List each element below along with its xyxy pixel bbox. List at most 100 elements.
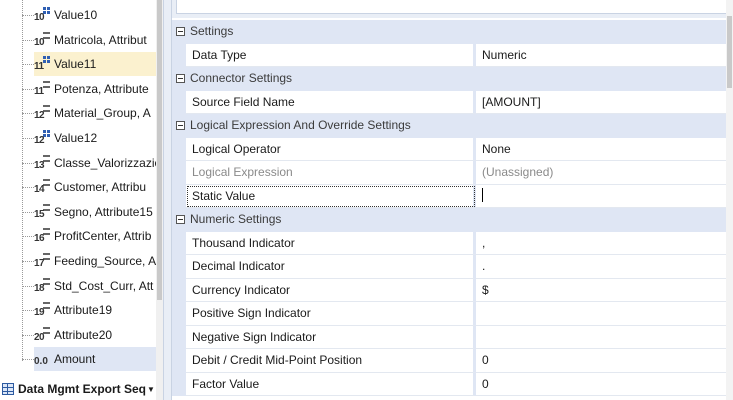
- tree-item-number: 15: [34, 208, 45, 220]
- grid-icon: 10: [34, 7, 50, 23]
- grid-scrollbar[interactable]: [726, 0, 733, 400]
- grid-property-value[interactable]: ,: [476, 232, 733, 255]
- bars-icon: 17: [34, 253, 50, 269]
- grid-property-value[interactable]: .: [476, 255, 733, 279]
- table-icon: [2, 383, 14, 395]
- tree-item[interactable]: 16 ProfitCenter, Attrib: [34, 224, 158, 248]
- tree-panel: 10 Value10 10 Matricola, Attribut 11 Value11 1…: [0, 0, 163, 400]
- grid-property-name: Static Value: [186, 184, 476, 208]
- tree-item-number: 10: [34, 36, 45, 48]
- grid-property-row[interactable]: Negative Sign Indicator: [172, 325, 733, 349]
- tree-item[interactable]: 15 Segno, Attribute15: [34, 200, 158, 224]
- tree-item-label: Amount: [54, 352, 96, 367]
- tree-item[interactable]: 13 Classe_Valorizzazio: [34, 151, 158, 175]
- grid-property-row[interactable]: Factor Value 0: [172, 372, 733, 396]
- grid-property-row[interactable]: Source Field Name [AMOUNT]: [172, 90, 733, 114]
- tree-item[interactable]: 19 Attribute19: [34, 298, 158, 322]
- grid-row-margin: [172, 231, 186, 255]
- tree-connector-stub: [22, 310, 34, 312]
- grid-row-margin: [172, 137, 186, 161]
- grid-category-label: Numeric Settings: [190, 212, 282, 226]
- static-value-input[interactable]: [476, 185, 733, 208]
- tree-connector-stub: [22, 64, 34, 66]
- tree-item[interactable]: 17 Feeding_Source, A: [34, 249, 158, 273]
- grid-scrollbar-thumb[interactable]: [727, 16, 732, 88]
- grid-property-name: Positive Sign Indicator: [186, 302, 476, 326]
- tree-scrollbar-thumb[interactable]: [157, 0, 162, 300]
- grid-property-value[interactable]: $: [476, 279, 733, 302]
- grid-property-row[interactable]: Positive Sign Indicator: [172, 302, 733, 326]
- tree-root-node[interactable]: Data Mgmt Export Seq ▼: [0, 378, 163, 400]
- grid-category-label: Settings: [190, 24, 234, 38]
- grid-property-row[interactable]: Thousand Indicator,: [172, 231, 733, 255]
- tree-item[interactable]: 18 Std_Cost_Curr, Att: [34, 274, 158, 298]
- grid-category[interactable]: Connector Settings: [172, 67, 733, 91]
- grid-property-value[interactable]: None: [476, 138, 733, 161]
- grid-property-value[interactable]: [476, 302, 733, 326]
- tree-connector-stub: [22, 285, 34, 287]
- text-cursor: [482, 188, 483, 203]
- grid-property-value[interactable]: [AMOUNT]: [476, 91, 733, 114]
- tree-scrollbar[interactable]: [156, 0, 163, 400]
- tree-item-label: Std_Cost_Curr, Att: [54, 278, 154, 293]
- collapse-toggle-icon[interactable]: [176, 121, 185, 130]
- tree-item-number: 0.0: [34, 356, 48, 368]
- grid-property-value[interactable]: (Unassigned): [476, 161, 733, 185]
- grid-icon: 11: [34, 56, 50, 72]
- tree-connector-stub: [22, 334, 34, 336]
- tree-item[interactable]: 12 Value12: [34, 126, 158, 150]
- tree-item-label: Attribute20: [54, 327, 113, 342]
- grid-property-value[interactable]: Numeric: [476, 44, 733, 67]
- grid-property-value[interactable]: 0: [476, 373, 733, 396]
- bars-icon: 16: [34, 228, 50, 244]
- collapse-toggle-icon[interactable]: [176, 74, 185, 83]
- tree-item[interactable]: 14 Customer, Attribu: [34, 175, 158, 199]
- tree-item[interactable]: 10 Value10: [34, 3, 158, 27]
- tree-item[interactable]: 12 Material_Group, A: [34, 101, 158, 125]
- tree-connector-stub: [22, 138, 34, 139]
- tree-item-number: 11: [34, 85, 44, 97]
- grid-property-row[interactable]: Logical Expression (Unassigned): [172, 161, 733, 185]
- tree-item-label: ProfitCenter, Attrib: [54, 229, 152, 244]
- grid-property-row[interactable]: Logical Operator None: [172, 137, 733, 161]
- grid-property-value[interactable]: [476, 326, 733, 349]
- property-grid: Settings Data Type Numeric Connector Settin…: [172, 20, 733, 396]
- grid-category[interactable]: Numeric Settings: [172, 208, 733, 232]
- tree-item-label: Potenza, Attribute: [54, 81, 149, 96]
- tree-item[interactable]: 0.0 Amount: [34, 347, 158, 372]
- grid-category[interactable]: Logical Expression And Override Settings: [172, 114, 733, 138]
- bars-icon: 15: [34, 203, 50, 220]
- collapse-toggle-icon[interactable]: [176, 27, 185, 36]
- grid-property-row[interactable]: Debit / Credit Mid-Point Position 0: [172, 349, 733, 373]
- grid-property-row[interactable]: Static Value: [172, 184, 733, 208]
- grid-glyph: [43, 56, 50, 64]
- tree-item-number: 13: [34, 159, 45, 171]
- dropdown-caret-icon[interactable]: ▼: [147, 385, 155, 394]
- grid-property-name: Thousand Indicator: [186, 231, 476, 255]
- grid-property-row[interactable]: Data Type Numeric: [172, 43, 733, 67]
- tree-item-number: 10: [34, 12, 45, 23]
- tree-item[interactable]: 11 Value11: [34, 52, 158, 77]
- tree-connector-stub: [22, 15, 34, 16]
- grid-property-name: Factor Value: [186, 372, 476, 396]
- grid-property-name: Debit / Credit Mid-Point Position: [186, 349, 476, 373]
- collapse-toggle-icon[interactable]: [176, 215, 185, 224]
- tree-item[interactable]: 20 Attribute20: [34, 323, 158, 347]
- tree-root-label: Data Mgmt Export Seq: [18, 382, 147, 396]
- bars-glyph: [43, 80, 50, 88]
- grid-category[interactable]: Settings: [172, 20, 733, 44]
- bars-icon: 20: [34, 326, 50, 343]
- grid-property-row[interactable]: Currency Indicator $: [172, 278, 733, 302]
- tree-item-label: Value11: [54, 57, 97, 72]
- grid-property-name: Source Field Name: [186, 90, 476, 114]
- grid-property-value[interactable]: 0: [476, 349, 733, 373]
- bars-icon: 12: [34, 105, 50, 121]
- panel-splitter[interactable]: [163, 0, 172, 400]
- tree-item[interactable]: 11 Potenza, Attribute: [34, 77, 158, 101]
- grid-row-margin: [172, 184, 186, 208]
- grid-description-box: [176, 0, 733, 14]
- tree-item[interactable]: 10 Matricola, Attribut: [34, 28, 158, 52]
- tree-connector-stub: [22, 187, 34, 189]
- grid-property-row[interactable]: Decimal Indicator.: [172, 255, 733, 279]
- tree-connector-stub: [22, 39, 34, 41]
